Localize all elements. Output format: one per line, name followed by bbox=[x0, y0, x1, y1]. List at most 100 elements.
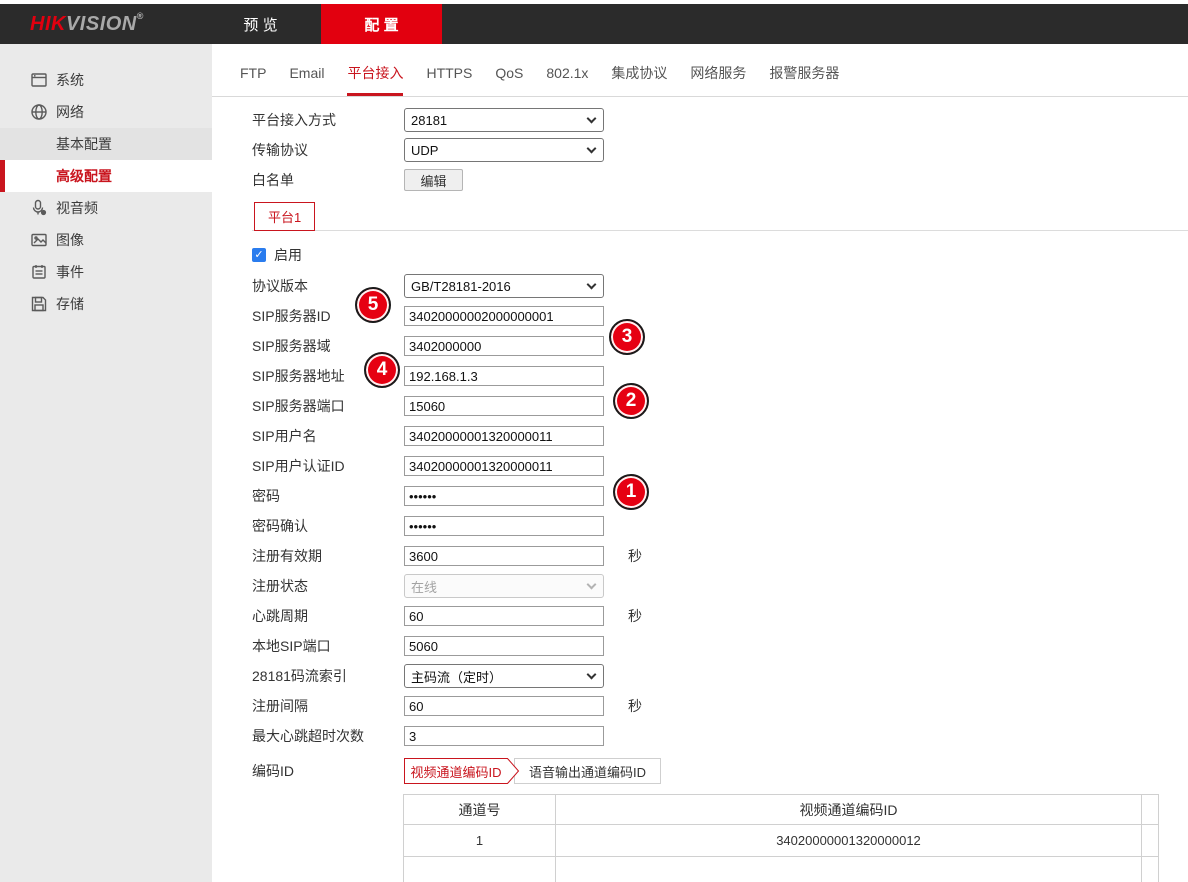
sip-server-port-input[interactable] bbox=[404, 396, 604, 416]
table-header-spacer bbox=[1142, 795, 1159, 825]
video-channel-encode-id-tab[interactable]: 视频通道编码ID bbox=[404, 758, 520, 784]
sip-server-domain-input[interactable] bbox=[404, 336, 604, 356]
heartbeat-cycle-input[interactable] bbox=[404, 606, 604, 626]
password-input[interactable] bbox=[404, 486, 604, 506]
max-heartbeat-timeout-input[interactable] bbox=[404, 726, 604, 746]
sidebar-item-label: 系统 bbox=[56, 70, 84, 90]
stream-index-select[interactable]: 主码流（定时） bbox=[404, 664, 604, 688]
tab-integration-protocol[interactable]: 集成协议 bbox=[611, 44, 667, 96]
enable-checkbox[interactable]: ✓ bbox=[252, 248, 266, 262]
sip-server-port-label: SIP服务器端口 bbox=[252, 396, 404, 416]
register-status-label: 注册状态 bbox=[252, 576, 404, 596]
sip-username-label: SIP用户名 bbox=[252, 426, 404, 446]
sidebar-item-label: 视音频 bbox=[56, 198, 98, 218]
transport-protocol-label: 传输协议 bbox=[252, 140, 404, 160]
tab-alarm-server[interactable]: 报警服务器 bbox=[769, 44, 839, 96]
register-interval-input[interactable] bbox=[404, 696, 604, 716]
sip-username-input[interactable] bbox=[404, 426, 604, 446]
tab-qos[interactable]: QoS bbox=[495, 44, 523, 96]
tab-network-service[interactable]: 网络服务 bbox=[690, 44, 746, 96]
sidebar-item-network[interactable]: 网络 bbox=[0, 96, 212, 128]
local-sip-port-label: 本地SIP端口 bbox=[252, 636, 404, 656]
audio-output-channel-encode-id-tab[interactable]: 语音输出通道编码ID bbox=[514, 758, 661, 784]
table-row[interactable]: 1 34020000001320000012 bbox=[404, 825, 1159, 857]
platform1-tab[interactable]: 平台1 bbox=[254, 202, 315, 231]
logo-vision: VISION bbox=[66, 13, 137, 36]
channel-number-cell: 1 bbox=[404, 825, 556, 857]
floppy-disk-icon bbox=[30, 295, 48, 313]
table-header-row: 通道号 视频通道编码ID bbox=[404, 795, 1159, 825]
window-icon bbox=[30, 71, 48, 89]
tab-8021x[interactable]: 802.1x bbox=[546, 44, 588, 96]
password-label: 密码 bbox=[252, 486, 404, 506]
encode-id-label: 编码ID bbox=[252, 761, 404, 781]
callout-5: 5 bbox=[355, 287, 391, 323]
settings-tabbar: FTP Email 平台接入 HTTPS QoS 802.1x 集成协议 网络服… bbox=[212, 44, 1188, 97]
enable-label: 启用 bbox=[274, 245, 302, 265]
chevron-down-icon bbox=[587, 144, 597, 154]
callout-4: 4 bbox=[364, 352, 400, 388]
notepad-icon bbox=[30, 263, 48, 281]
image-icon bbox=[30, 231, 48, 249]
heartbeat-cycle-label: 心跳周期 bbox=[252, 606, 404, 626]
sip-server-address-input[interactable] bbox=[404, 366, 604, 386]
tab-email[interactable]: Email bbox=[289, 44, 324, 96]
sip-auth-id-label: SIP用户认证ID bbox=[252, 456, 404, 476]
sidebar-item-label: 图像 bbox=[56, 230, 84, 250]
protocol-version-select[interactable]: GB/T28181-2016 bbox=[404, 274, 604, 298]
password-confirm-input[interactable] bbox=[404, 516, 604, 536]
stream-index-label: 28181码流索引 bbox=[252, 666, 404, 686]
platform-access-form: 平台接入方式 28181 传输协议 UDP 白名单 编辑 bbox=[212, 97, 1188, 882]
register-validity-label: 注册有效期 bbox=[252, 546, 404, 566]
tab-https[interactable]: HTTPS bbox=[426, 44, 472, 96]
video-encode-id-header: 视频通道编码ID bbox=[556, 795, 1142, 825]
channel-number-header: 通道号 bbox=[404, 795, 556, 825]
sidebar-item-event[interactable]: 事件 bbox=[0, 256, 212, 288]
hikvision-logo: HIKVISION® bbox=[0, 4, 170, 44]
table-row-empty bbox=[404, 857, 1159, 882]
chevron-down-icon bbox=[587, 280, 597, 290]
platform-access-mode-label: 平台接入方式 bbox=[252, 110, 404, 130]
platform-access-mode-select[interactable]: 28181 bbox=[404, 108, 604, 132]
register-interval-label: 注册间隔 bbox=[252, 696, 404, 716]
transport-protocol-select[interactable]: UDP bbox=[404, 138, 604, 162]
chevron-down-icon bbox=[587, 114, 597, 124]
platform-tab-strip: 平台1 bbox=[252, 202, 1188, 231]
register-status-select: 在线 bbox=[404, 574, 604, 598]
layout: 系统 网络 基本配置 高级配置 视音频 bbox=[0, 44, 1188, 882]
heartbeat-cycle-unit: 秒 bbox=[628, 606, 642, 626]
top-nav: 预 览 配 置 bbox=[200, 4, 442, 44]
tab-ftp[interactable]: FTP bbox=[240, 44, 266, 96]
page: HIKVISION® 预 览 配 置 系统 网络 基本配置 bbox=[0, 0, 1188, 882]
whitelist-label: 白名单 bbox=[252, 170, 404, 190]
whitelist-edit-button[interactable]: 编辑 bbox=[404, 169, 463, 191]
sidebar-item-audio-video[interactable]: 视音频 bbox=[0, 192, 212, 224]
sidebar-item-label: 事件 bbox=[56, 262, 84, 282]
channel-table: 通道号 视频通道编码ID 1 34020000001320000012 bbox=[403, 794, 1159, 882]
microphone-icon bbox=[30, 199, 48, 217]
sidebar-item-advanced-config[interactable]: 高级配置 bbox=[0, 160, 212, 192]
top-tab-preview[interactable]: 预 览 bbox=[200, 4, 321, 44]
sidebar-item-storage[interactable]: 存储 bbox=[0, 288, 212, 320]
table-cell-empty bbox=[404, 857, 556, 882]
register-validity-input[interactable] bbox=[404, 546, 604, 566]
top-tab-config[interactable]: 配 置 bbox=[321, 4, 442, 44]
sidebar-item-label: 网络 bbox=[56, 102, 84, 122]
table-cell-spacer bbox=[1142, 857, 1159, 882]
sidebar-item-image[interactable]: 图像 bbox=[0, 224, 212, 256]
sidebar-item-basic-config[interactable]: 基本配置 bbox=[0, 128, 212, 160]
globe-icon bbox=[30, 103, 48, 121]
tab-platform-access[interactable]: 平台接入 bbox=[347, 44, 403, 96]
logo-registered-mark: ® bbox=[137, 11, 144, 21]
local-sip-port-input[interactable] bbox=[404, 636, 604, 656]
sidebar-item-label: 高级配置 bbox=[56, 166, 112, 186]
sidebar-item-system[interactable]: 系统 bbox=[0, 64, 212, 96]
callout-2: 2 bbox=[613, 383, 649, 419]
sidebar: 系统 网络 基本配置 高级配置 视音频 bbox=[0, 44, 212, 882]
video-encode-id-cell: 34020000001320000012 bbox=[556, 825, 1142, 857]
sip-server-id-input[interactable] bbox=[404, 306, 604, 326]
chevron-down-icon bbox=[587, 580, 597, 590]
logo-hik: HIK bbox=[30, 13, 66, 36]
sip-auth-id-input[interactable] bbox=[404, 456, 604, 476]
topbar: HIKVISION® 预 览 配 置 bbox=[0, 4, 1188, 44]
